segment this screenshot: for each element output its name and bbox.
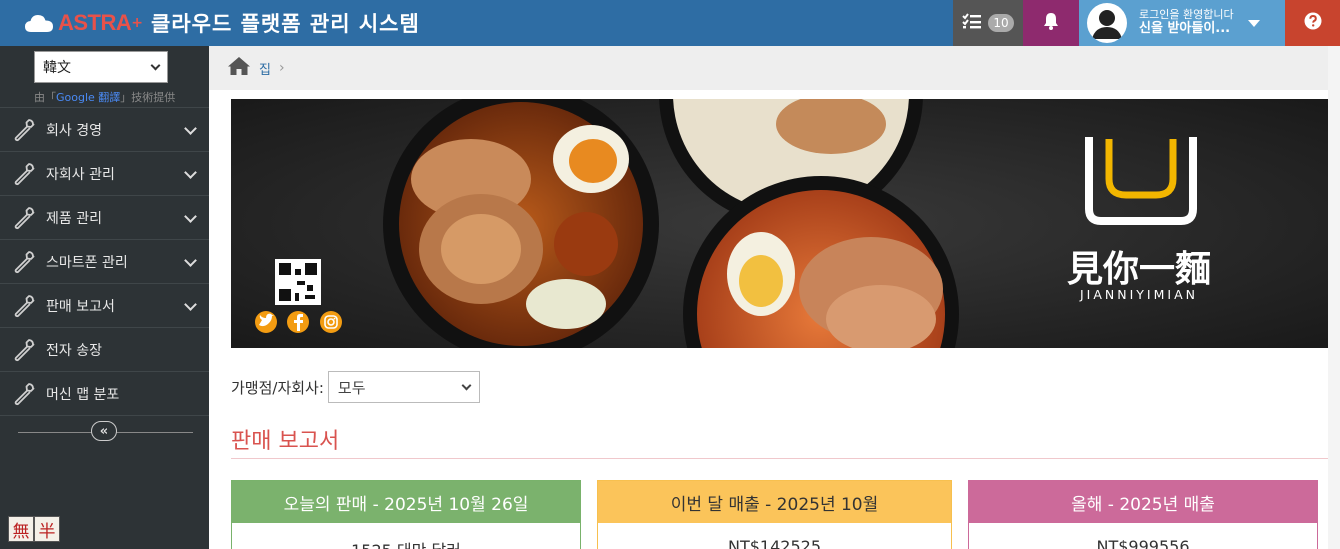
sidebar-item-label: 판매 보고서 [46, 298, 115, 315]
section-divider [231, 458, 1329, 459]
twitter-icon[interactable] [255, 311, 277, 333]
wrench-icon [12, 118, 36, 142]
question-icon [1304, 12, 1322, 34]
sidebar-item-6[interactable]: 전자 송장 [0, 327, 209, 371]
top-bar: ASTRA + 클라우드 플랫폼 관리 시스템 10 로그인을 환영합니다 신을… [0, 0, 1340, 46]
home-icon[interactable] [227, 56, 251, 80]
chevron-down-icon [184, 122, 197, 135]
brand-en-text: JIANNIYIMIAN [1079, 287, 1198, 302]
qr-code-image [275, 259, 321, 305]
page-scrollbar[interactable] [1328, 46, 1340, 549]
sidebar-item-label: 스마트폰 관리 [46, 254, 128, 271]
sidebar-item-3[interactable]: 제품 관리 [0, 195, 209, 239]
chevron-down-icon [461, 380, 472, 390]
cloud-icon [24, 12, 54, 34]
char-button-wu[interactable]: 無 [8, 516, 34, 542]
avatar [1087, 3, 1127, 43]
today-sales-card: 오늘의 판매 - 2025년 10월 26일 1525 대만 달러 [231, 480, 581, 549]
chevron-down-icon [184, 166, 197, 179]
sidebar-item-label: 머신 맵 분포 [46, 386, 120, 403]
wrench-icon [12, 162, 36, 186]
google-translate-word: 翻譯 [98, 91, 121, 104]
user-menu[interactable]: 로그인을 환영합니다 신을 받아들이... [1079, 0, 1285, 46]
sidebar-item-2[interactable]: 자회사 관리 [0, 151, 209, 195]
card-value: 1525 대만 달러 [232, 523, 580, 549]
section-title: 판매 보고서 [231, 429, 340, 454]
tasks-count-badge: 10 [988, 14, 1014, 32]
breadcrumb: 집 › [209, 46, 1340, 90]
wrench-icon [12, 338, 36, 362]
brand[interactable]: ASTRA + 클라우드 플랫폼 관리 시스템 [0, 0, 952, 46]
language-select[interactable]: 韓文 [34, 51, 168, 83]
brand-cn-text: 見你一麵 [1067, 249, 1211, 290]
chevron-down-icon [184, 298, 197, 311]
caret-down-icon [1247, 19, 1260, 27]
wrench-icon [12, 206, 36, 230]
google-note-prefix: 由「 [34, 91, 56, 104]
card-value: NT$142525 [728, 537, 821, 549]
notifications-button[interactable] [1023, 0, 1079, 46]
brand-name: ASTRA [58, 10, 132, 35]
card-title: 오늘의 판매 - 2025년 10월 26일 [232, 481, 580, 523]
filter-label: 가맹점/자회사: [231, 378, 324, 397]
chevron-down-icon [184, 210, 197, 223]
month-sales-card: 이번 달 매출 - 2025년 10월 NT$142525 [597, 480, 952, 549]
bell-icon [1043, 12, 1059, 34]
google-translate-note: 由「Google 翻譯」技術提供 [34, 89, 175, 105]
card-title: 이번 달 매출 - 2025년 10월 [598, 481, 951, 523]
franchise-select[interactable]: 모두 [327, 371, 480, 403]
franchise-selected: 모두 [337, 378, 366, 397]
wrench-icon [12, 294, 36, 318]
user-welcome: 로그인을 환영합니다 [1139, 8, 1234, 22]
wrench-icon [12, 250, 36, 274]
ramen-bowl-left-image [383, 99, 659, 348]
collapse-row: « [0, 415, 209, 448]
card-title: 올해 - 2025년 매출 [969, 481, 1317, 523]
promo-banner: 見你一麵 JIANNIYIMIAN [231, 99, 1329, 348]
sidebar-item-label: 회사 경영 [46, 122, 102, 139]
app-title: 클라우드 플랫폼 관리 시스템 [151, 12, 420, 36]
user-name: 신을 받아들이... [1139, 20, 1231, 36]
breadcrumb-separator: › [278, 60, 285, 76]
chevron-down-icon [184, 254, 197, 267]
sidebar-item-label: 자회사 관리 [46, 166, 115, 183]
sidebar-item-5[interactable]: 판매 보고서 [0, 283, 209, 327]
help-button[interactable] [1285, 0, 1340, 46]
filter-row: 가맹점/자회사: 모두 [231, 371, 480, 403]
brand-plus: + [131, 15, 144, 31]
tasks-button[interactable]: 10 [953, 0, 1023, 46]
char-buttons: 無 半 [8, 516, 60, 542]
language-selected: 韓文 [43, 60, 71, 76]
wrench-icon [12, 382, 36, 406]
tasks-list-icon [962, 13, 982, 33]
sidebar-item-label: 전자 송장 [46, 342, 102, 359]
sidebar-item-1[interactable]: 회사 경영 [0, 107, 209, 151]
sidebar-item-label: 제품 관리 [46, 210, 102, 227]
google-logo-text: Google [56, 91, 95, 104]
sidebar-item-7[interactable]: 머신 맵 분포 [0, 371, 209, 415]
card-value: NT$999556 [1096, 537, 1190, 549]
language-box: 韓文 由「Google 翻譯」技術提供 [0, 46, 209, 107]
google-note-suffix: 」技術提供 [120, 91, 176, 104]
char-button-ban[interactable]: 半 [34, 516, 60, 542]
chevron-down-icon [150, 60, 161, 70]
sidebar: 韓文 由「Google 翻譯」技術提供 회사 경영자회사 관리제품 관리스마트폰… [0, 46, 209, 549]
facebook-icon[interactable] [287, 311, 309, 333]
instagram-icon[interactable] [320, 311, 342, 333]
breadcrumb-home-link[interactable]: 집 [259, 59, 271, 78]
sidebar-item-4[interactable]: 스마트폰 관리 [0, 239, 209, 283]
sidebar-menu: 회사 경영자회사 관리제품 관리스마트폰 관리판매 보고서전자 송장머신 맵 분… [0, 107, 209, 415]
year-sales-card: 올해 - 2025년 매출 NT$999556 [968, 480, 1318, 549]
collapse-sidebar-button[interactable]: « [91, 421, 117, 441]
